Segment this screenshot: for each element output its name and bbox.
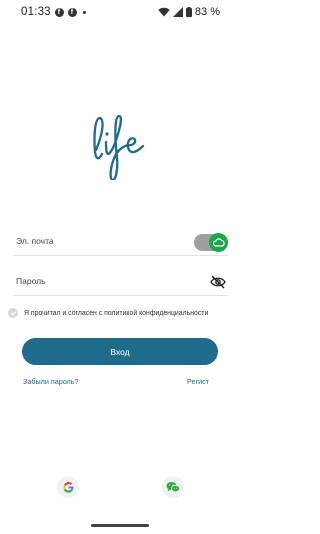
wifi-icon <box>158 7 170 17</box>
consent-checkbox[interactable] <box>8 308 18 318</box>
password-field[interactable]: Пароль <box>14 270 228 296</box>
facebook-notification-icon <box>67 7 77 17</box>
cloud-icon <box>209 233 228 252</box>
email-toggle[interactable] <box>194 233 228 252</box>
eye-off-icon[interactable] <box>210 275 226 289</box>
google-icon <box>63 481 73 493</box>
facebook-notification-icon <box>54 7 64 17</box>
status-left: 01:33 <box>21 6 86 18</box>
login-button[interactable]: Вход <box>22 338 218 365</box>
battery-percentage: 83 % <box>194 6 220 18</box>
wechat-login-button[interactable] <box>162 476 184 498</box>
privacy-consent[interactable]: Я прочитал и согласен с политикой конфид… <box>8 306 234 320</box>
wechat-icon <box>166 482 180 493</box>
email-underline <box>14 255 228 256</box>
app-logo <box>93 114 145 180</box>
status-bar: 01:33 83 % <box>0 0 240 26</box>
battery-icon <box>185 7 192 17</box>
signal-icon <box>172 7 183 17</box>
gesture-nav-bar[interactable] <box>91 524 149 527</box>
password-underline <box>14 295 228 296</box>
more-notifications-icon <box>82 10 86 14</box>
forgot-password-link[interactable]: Забыли пароль? <box>23 377 79 386</box>
google-login-button[interactable] <box>57 476 79 498</box>
status-right: 83 % <box>158 6 220 18</box>
status-time: 01:33 <box>21 6 51 18</box>
consent-text: Я прочитал и согласен с политикой конфид… <box>24 309 209 317</box>
register-link[interactable]: Регист <box>187 377 209 386</box>
email-label: Эл. почта <box>16 236 54 246</box>
email-field[interactable]: Эл. почта <box>14 230 228 256</box>
password-label: Пароль <box>16 276 46 286</box>
